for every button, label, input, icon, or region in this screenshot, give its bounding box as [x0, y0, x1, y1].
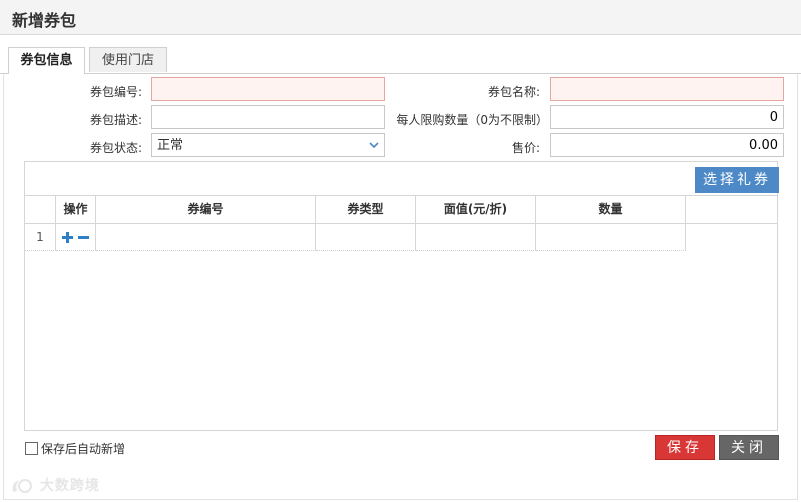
status-label: 券包状态: [89, 141, 142, 155]
status-select[interactable]: 正常 [151, 133, 385, 157]
auto-add-checkbox[interactable] [25, 442, 38, 455]
auto-add-label: 保存后自动新增 [41, 442, 126, 456]
row-coupon-code[interactable] [96, 224, 316, 251]
header-quantity[interactable]: 数量 [536, 196, 686, 223]
row-quantity[interactable] [536, 224, 686, 251]
close-button[interactable]: 关闭 [719, 435, 779, 460]
chevron-down-icon [369, 142, 379, 149]
plus-icon[interactable] [61, 232, 73, 243]
header-actions: 操作 [56, 196, 96, 223]
row-actions [56, 224, 96, 251]
save-button[interactable]: 保存 [655, 435, 715, 460]
name-label: 券包名称: [487, 85, 540, 99]
row-coupon-type[interactable] [316, 224, 416, 251]
tab-usage-stores[interactable]: 使用门店 [89, 47, 167, 72]
dialog-title: 新增券包 [12, 11, 77, 30]
auto-add-option[interactable]: 保存后自动新增 [25, 441, 125, 457]
header-index [25, 196, 56, 223]
package-code-input[interactable] [151, 77, 385, 101]
price-label: 售价: [511, 141, 540, 155]
header-coupon-type[interactable]: 券类型 [316, 196, 416, 223]
row-face-value[interactable] [416, 224, 536, 251]
grid-header-row: 操作 券编号 券类型 面值(元/折) 数量 [25, 196, 777, 224]
desc-label: 券包描述: [89, 113, 142, 127]
header-coupon-code[interactable]: 券编号 [96, 196, 316, 223]
watermark-logo-icon [12, 479, 32, 493]
watermark: 大数跨境 [10, 475, 100, 497]
tab-bar: 券包信息 使用门店 [0, 35, 801, 74]
grid-toolbar: 选择礼券 [25, 162, 779, 196]
select-coupon-button[interactable]: 选择礼券 [695, 167, 779, 193]
price-input[interactable] [550, 133, 784, 157]
row-index: 1 [25, 224, 56, 251]
code-label: 券包编号: [89, 85, 142, 99]
package-description-input[interactable] [151, 105, 385, 129]
table-row: 1 [25, 224, 777, 251]
coupon-grid: 选择礼券 操作 券编号 券类型 面值(元/折) 数量 1 [24, 161, 779, 431]
status-selected-value: 正常 [157, 138, 184, 153]
minus-icon[interactable] [78, 232, 90, 243]
dialog-titlebar: 新增券包 [0, 0, 801, 35]
limit-label: 每人限购数量（0为不限制） [396, 113, 548, 127]
package-name-input[interactable] [550, 77, 784, 101]
header-face-value[interactable]: 面值(元/折) [416, 196, 536, 223]
tab-coupon-package-info[interactable]: 券包信息 [8, 47, 85, 74]
purchase-limit-input[interactable] [550, 105, 784, 129]
watermark-text: 大数跨境 [39, 478, 100, 494]
